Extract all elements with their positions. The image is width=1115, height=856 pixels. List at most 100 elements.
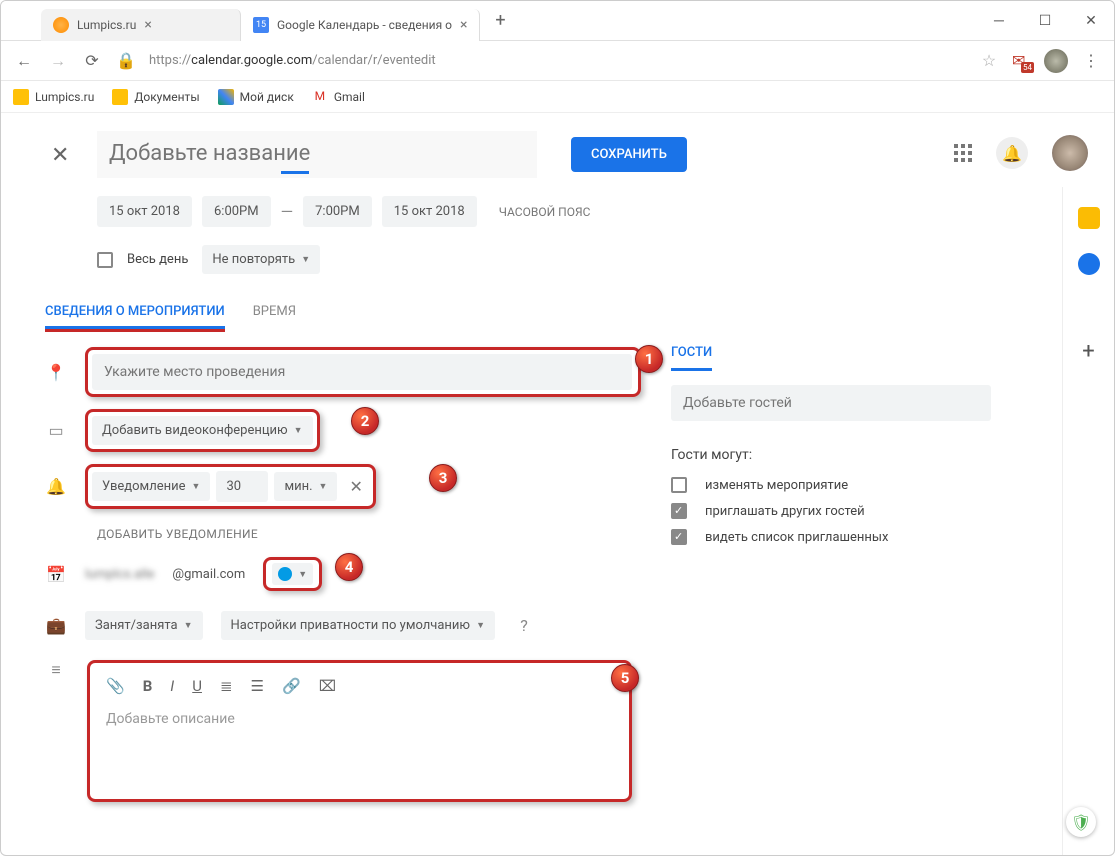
description-toolbar: 📎 B I U ≣ ☰ 🔗 ⌧ [98, 671, 621, 701]
keep-icon[interactable] [1078, 207, 1100, 229]
favicon-calendar: 15 [253, 17, 269, 33]
bookmark-documents[interactable]: Документы [112, 89, 199, 105]
callout-3: 3 [429, 464, 457, 492]
folder-icon [13, 89, 29, 105]
chevron-down-icon: ▼ [476, 620, 485, 631]
chevron-down-icon: ▼ [294, 425, 303, 436]
organizer-email-blurred: lumplcs.alle [85, 567, 154, 582]
save-button[interactable]: СОХРАНИТЬ [571, 137, 687, 172]
numbered-list-icon[interactable]: ≣ [220, 677, 233, 695]
chevron-down-icon: ▼ [298, 569, 307, 580]
profile-avatar[interactable] [1044, 49, 1068, 73]
bullet-list-icon[interactable]: ☰ [251, 677, 264, 695]
help-icon[interactable]: ? [513, 616, 535, 635]
notification-type-dropdown[interactable]: Уведомление▼ [92, 472, 210, 501]
close-icon[interactable]: × [460, 17, 467, 33]
gmail-extension-icon[interactable]: ✉ 54 [1012, 51, 1032, 71]
callout-4: 4 [335, 553, 363, 581]
star-icon[interactable]: ☆ [978, 51, 1000, 70]
allday-checkbox[interactable] [97, 252, 113, 268]
guests-input[interactable] [671, 385, 991, 421]
new-tab-button[interactable]: + [488, 10, 512, 31]
tab-time[interactable]: ВРЕМЯ [253, 304, 296, 329]
chevron-down-icon: ▼ [301, 254, 310, 265]
perm-modify-label: изменять мероприятие [705, 478, 848, 493]
calendar-color-dropdown[interactable]: ▼ [272, 563, 313, 585]
color-dot [278, 567, 292, 581]
description-textarea[interactable]: Добавьте описание [98, 701, 621, 791]
bookmark-lumpics[interactable]: Lumpics.ru [13, 89, 94, 105]
timezone-button[interactable]: ЧАСОВОЙ ПОЯС [499, 205, 591, 219]
lock-icon: 🔒 [115, 51, 137, 70]
chevron-down-icon: ▼ [319, 481, 328, 492]
perm-modify-checkbox[interactable] [671, 477, 687, 493]
account-avatar[interactable] [1052, 135, 1088, 171]
right-sidebar: + [1062, 187, 1114, 855]
add-notification-button[interactable]: ДОБАВИТЬ УВЕДОМЛЕНИЕ [1, 515, 641, 543]
end-date[interactable]: 15 окт 2018 [382, 196, 477, 227]
addons-plus-icon[interactable]: + [1082, 339, 1094, 364]
apps-grid-icon[interactable] [954, 144, 972, 162]
calendar-icon: 📅 [45, 565, 67, 584]
description-icon: ≡ [45, 660, 67, 680]
close-event-button[interactable]: ✕ [51, 143, 69, 168]
forward-icon[interactable]: → [47, 51, 69, 71]
end-time[interactable]: 7:00PM [303, 196, 372, 227]
browser-tab-calendar[interactable]: 15 Google Календарь - сведения о × [241, 9, 480, 41]
location-icon: 📍 [45, 363, 67, 382]
briefcase-icon: 💼 [45, 616, 67, 635]
start-time[interactable]: 6:00PM [202, 196, 271, 227]
gmail-icon: M [312, 89, 328, 105]
underline-icon[interactable]: U [192, 677, 202, 695]
start-date[interactable]: 15 окт 2018 [97, 196, 192, 227]
perm-seelist-checkbox[interactable] [671, 529, 687, 545]
italic-icon[interactable]: I [170, 677, 174, 695]
menu-icon[interactable]: ⋮ [1080, 51, 1102, 70]
back-icon[interactable]: ← [13, 51, 35, 71]
bookmark-gmail[interactable]: MGmail [312, 89, 365, 105]
notifications-icon[interactable]: 🔔 [996, 137, 1028, 169]
browser-tab-lumpics[interactable]: Lumpics.ru × [41, 9, 241, 41]
tasks-icon[interactable] [1078, 253, 1100, 275]
tab-event-details[interactable]: СВЕДЕНИЯ О МЕРОПРИЯТИИ [45, 304, 225, 329]
bell-icon: 🔔 [45, 477, 67, 496]
bold-icon[interactable]: B [143, 677, 153, 695]
reload-icon[interactable]: ⟳ [81, 51, 103, 70]
bookmarks-bar: Lumpics.ru Документы Мой диск MGmail [1, 81, 1114, 113]
drive-icon [218, 89, 234, 105]
window-minimize[interactable]: ─ [976, 1, 1022, 41]
tab-label: Lumpics.ru [77, 18, 136, 32]
extension-shield-icon[interactable]: 🛡 [1066, 807, 1096, 837]
chevron-down-icon: ▼ [184, 620, 193, 631]
window-maximize[interactable]: ☐ [1022, 1, 1068, 41]
chevron-down-icon: ▼ [192, 481, 201, 492]
repeat-dropdown[interactable]: Не повторять▼ [202, 245, 320, 274]
bookmark-drive[interactable]: Мой диск [218, 89, 294, 105]
link-icon[interactable]: 🔗 [282, 677, 301, 695]
attach-icon[interactable]: 📎 [106, 677, 125, 695]
clear-format-icon[interactable]: ⌧ [319, 677, 336, 695]
browser-titlebar: Lumpics.ru × 15 Google Календарь - сведе… [1, 1, 1114, 41]
allday-label: Весь день [127, 252, 188, 267]
perm-invite-checkbox[interactable] [671, 503, 687, 519]
remove-notification-button[interactable]: ✕ [343, 471, 368, 502]
tab-guests[interactable]: ГОСТИ [671, 345, 712, 371]
video-conference-dropdown[interactable]: Добавить видеоконференцию▼ [92, 416, 313, 445]
busy-status-dropdown[interactable]: Занят/занята▼ [85, 611, 203, 640]
window-close[interactable]: ✕ [1068, 1, 1114, 41]
notification-value-input[interactable] [216, 471, 268, 502]
folder-icon [112, 89, 128, 105]
url-display[interactable]: https://calendar.google.com/calendar/r/e… [149, 53, 966, 68]
guest-perms-title: Гости могут: [671, 447, 1090, 463]
callout-2: 2 [351, 407, 379, 435]
callout-1: 1 [635, 345, 663, 373]
event-title-input[interactable] [97, 131, 537, 178]
video-icon: ▭ [45, 421, 67, 440]
notification-unit-dropdown[interactable]: мин.▼ [274, 472, 337, 501]
address-bar: ← → ⟳ 🔒 https://calendar.google.com/cale… [1, 41, 1114, 81]
location-input[interactable] [92, 354, 632, 390]
callout-5: 5 [611, 664, 639, 692]
close-icon[interactable]: × [144, 17, 151, 33]
privacy-dropdown[interactable]: Настройки приватности по умолчанию▼ [221, 611, 495, 640]
organizer-email-suffix: @gmail.com [172, 567, 245, 582]
